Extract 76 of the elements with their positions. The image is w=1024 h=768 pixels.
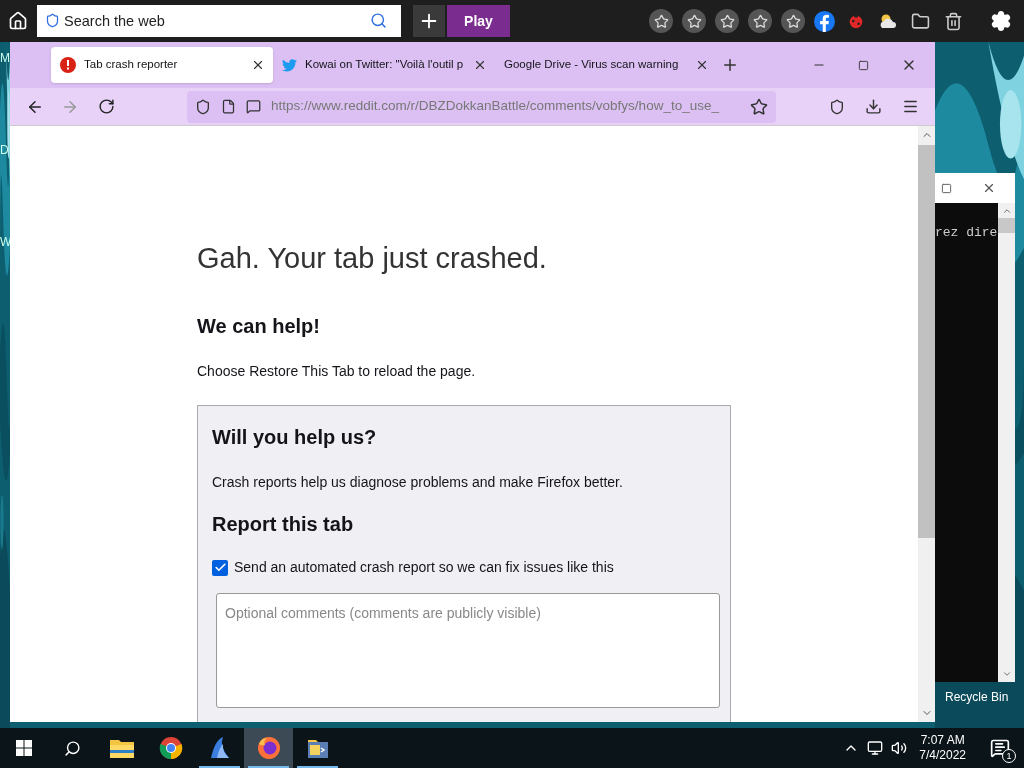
new-tab-icon[interactable] <box>721 56 739 74</box>
checkbox-label: Send an automated crash report so we can fix issues like this <box>234 558 614 577</box>
scrollbar-thumb[interactable] <box>998 218 1015 233</box>
maximize-icon[interactable] <box>941 182 952 194</box>
windows-logo-icon[interactable] <box>16 740 32 756</box>
bookmark-star-icon[interactable] <box>750 97 768 116</box>
crash-title: Gah. Your tab just crashed. <box>197 244 548 273</box>
star-button[interactable] <box>682 9 706 33</box>
star-button[interactable] <box>649 9 673 33</box>
report-subheading: Report this tab <box>212 512 355 537</box>
add-button[interactable] <box>413 5 445 37</box>
page-icon <box>221 99 236 114</box>
ladybug-icon[interactable] <box>847 12 865 30</box>
tab-title: Kowai on Twitter: "Voilà l'outil p <box>305 57 465 73</box>
alert-icon <box>60 57 76 73</box>
star-button[interactable] <box>715 9 739 33</box>
fox-globe-icon <box>256 736 281 760</box>
bird-icon <box>282 58 297 72</box>
star-button[interactable] <box>781 9 805 33</box>
browser-tab[interactable]: Google Drive - Virus scan warning <box>495 47 717 83</box>
notification-count: 1 <box>1002 749 1016 763</box>
browser-logo-icon <box>158 736 183 760</box>
fin-icon <box>208 736 231 760</box>
help-text: Choose Restore This Tab to reload the page. <box>197 362 477 381</box>
folder-icon <box>109 738 134 758</box>
url-text: https://www.reddit.com/r/DBZDokkanBattle/comments/vobfys/how_to_use_ <box>271 97 720 116</box>
trash-icon[interactable] <box>944 11 963 31</box>
download-icon[interactable] <box>865 98 882 115</box>
f-logo-icon[interactable] <box>814 10 835 32</box>
desktop-icon-label[interactable]: Recycle Bin <box>945 688 1009 706</box>
console-text: rez dire <box>935 225 998 240</box>
tab-title: Google Drive - Virus scan warning <box>504 57 680 73</box>
clock-time: 7:07 AM <box>920 733 965 748</box>
clock-date: 7/4/2022 <box>919 748 966 763</box>
star-button[interactable] <box>748 9 772 33</box>
desktop-label: D <box>0 144 10 156</box>
reload-icon[interactable] <box>98 98 115 115</box>
scroll-down-icon[interactable] <box>1001 669 1012 679</box>
scrollbar[interactable] <box>998 203 1015 682</box>
scrollbar[interactable] <box>918 126 935 722</box>
settings-icon[interactable] <box>990 10 1012 32</box>
home-icon[interactable] <box>8 11 28 31</box>
menu-icon[interactable] <box>902 98 919 115</box>
comments-field[interactable]: Optional comments (comments are publicly visible) <box>216 593 720 708</box>
search-icon[interactable] <box>64 739 81 757</box>
shield-icon <box>45 13 60 28</box>
close-icon[interactable] <box>473 58 487 72</box>
shield-icon <box>195 98 211 115</box>
folder-icon[interactable] <box>911 11 930 31</box>
help-heading: We can help! <box>197 314 321 339</box>
star-icon <box>686 13 702 29</box>
maximize-icon[interactable] <box>858 59 869 71</box>
scroll-up-icon[interactable] <box>1001 206 1012 216</box>
notification-button[interactable]: 1 <box>988 736 1012 760</box>
close-icon[interactable] <box>251 58 265 72</box>
star-icon <box>752 13 768 29</box>
close-icon[interactable] <box>695 58 709 72</box>
report-heading: Will you help us? <box>212 425 378 450</box>
scrollbar-thumb[interactable] <box>918 145 935 538</box>
volume-icon[interactable] <box>891 740 908 756</box>
checkbox[interactable] <box>212 559 228 576</box>
check-icon <box>213 561 227 574</box>
tab-title: Tab crash reporter <box>84 57 179 73</box>
star-icon <box>785 13 801 29</box>
play-button[interactable]: Play <box>447 5 510 37</box>
star-icon <box>719 13 735 29</box>
star-icon <box>653 13 669 29</box>
desktop-label: M <box>0 52 10 64</box>
browser-tab[interactable]: Tab crash reporter <box>51 47 273 83</box>
close-icon[interactable] <box>982 181 996 195</box>
search-field[interactable]: Search the web <box>37 5 401 37</box>
comment-icon <box>246 99 261 114</box>
report-text: Crash reports help us diagnose problems and make Firefox better. <box>212 473 624 492</box>
notification-icon <box>990 738 1010 758</box>
network-icon[interactable] <box>867 740 884 756</box>
browser-tab[interactable]: Kowai on Twitter: "Voilà l'outil p <box>273 47 495 83</box>
